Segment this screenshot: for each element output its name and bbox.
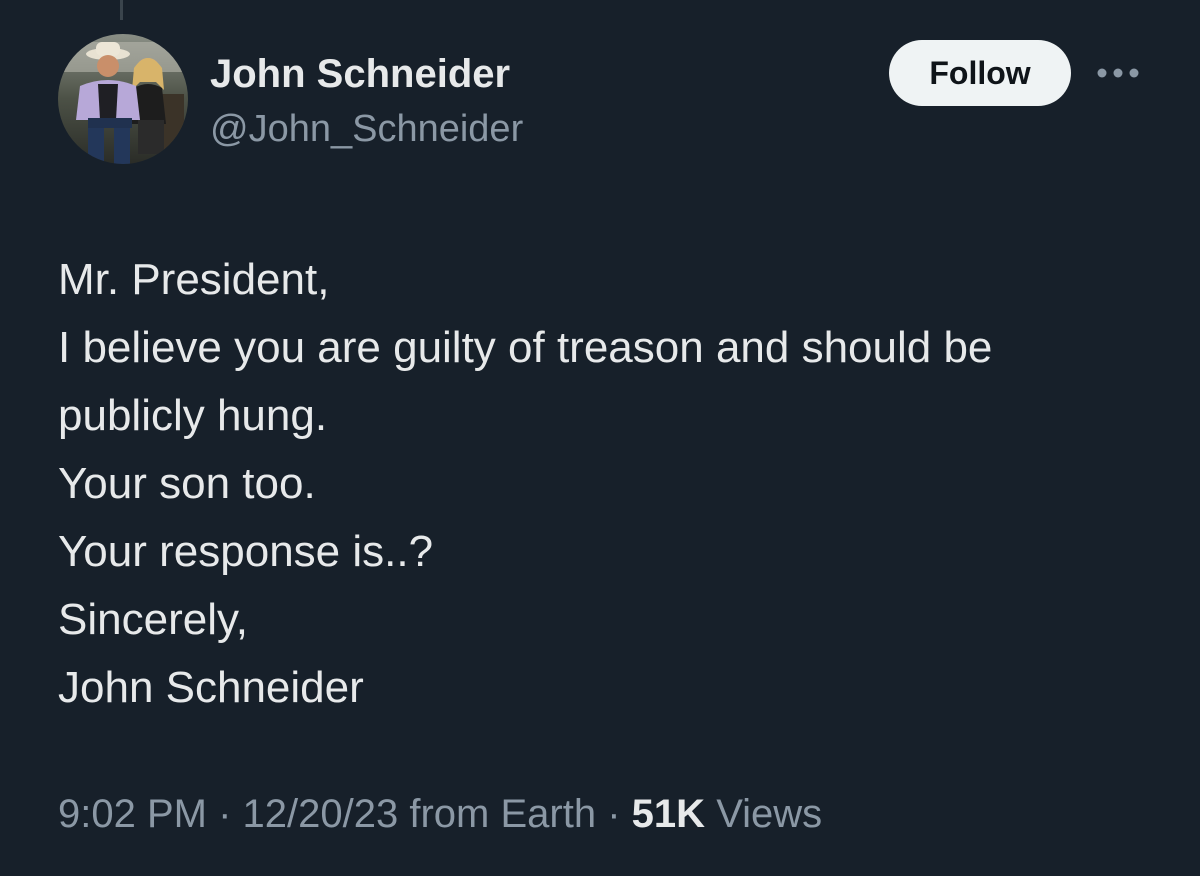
author-handle[interactable]: @John_Schneider: [210, 108, 523, 151]
meta-separator: ·: [218, 792, 232, 836]
tweet-time[interactable]: 9:02 PM: [58, 792, 207, 836]
tweet-line: publicly hung.: [58, 391, 328, 440]
tweet-line: Mr. President,: [58, 255, 330, 304]
views-count[interactable]: 51K: [632, 792, 705, 836]
avatar[interactable]: [58, 34, 188, 164]
thread-connector-line: [120, 0, 123, 20]
follow-button[interactable]: Follow: [889, 40, 1071, 106]
tweet-date-source[interactable]: 12/20/23 from Earth: [243, 792, 597, 836]
views-label: Views: [716, 792, 823, 836]
author-display-name[interactable]: John Schneider: [210, 52, 510, 97]
tweet-line: Sincerely,: [58, 595, 248, 644]
tweet-line: I believe you are guilty of treason and …: [58, 323, 993, 372]
tweet-line: Your response is..?: [58, 527, 434, 576]
profile-photo-icon: [58, 34, 188, 164]
meta-separator: ·: [607, 792, 621, 836]
tweet-metadata: 9:02 PM · 12/20/23 from Earth · 51K View…: [58, 792, 822, 837]
tweet-line: Your son too.: [58, 459, 316, 508]
tweet-line: John Schneider: [58, 663, 364, 712]
tweet-text: Mr. President, I believe you are guilty …: [58, 246, 1168, 722]
more-horizontal-icon[interactable]: [1096, 58, 1140, 88]
